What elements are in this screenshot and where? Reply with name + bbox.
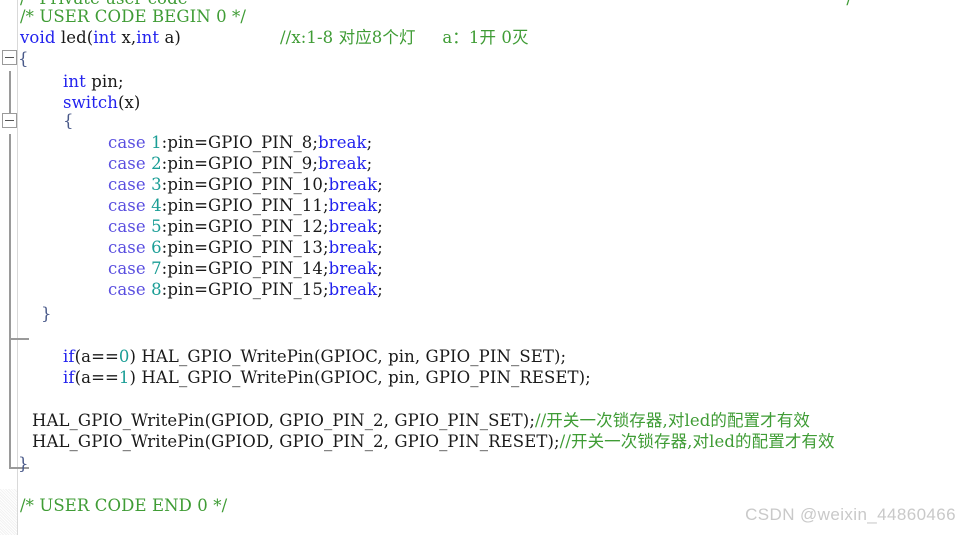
- case-body-5: :pin=GPIO_PIN_12;: [161, 217, 329, 236]
- code-line-if-a-equals-1: if(a==1) HAL_GPIO_WritePin(GPIOC, pin, G…: [63, 367, 591, 388]
- keyword-case-3: case: [108, 175, 152, 194]
- case-body-7: :pin=GPIO_PIN_14;: [161, 259, 329, 278]
- brace-function-open: {: [18, 49, 29, 68]
- keyword-break-4: break: [328, 196, 378, 215]
- switch-expression: (x): [117, 93, 141, 112]
- code-line-case-7: case 7:pin=GPIO_PIN_14;break;: [108, 258, 383, 279]
- keyword-int-param-x: int: [93, 28, 117, 47]
- keyword-int-param-a: int: [136, 28, 160, 47]
- code-line-user-code-end: /* USER CODE END 0 */: [20, 495, 227, 516]
- code-line-function-close-brace: }: [18, 453, 29, 474]
- keyword-case-7: case: [108, 259, 152, 278]
- param-x: x,: [116, 28, 137, 47]
- keyword-case-8: case: [108, 280, 152, 299]
- brace-switch-open: {: [63, 111, 74, 130]
- variable-pin: pin;: [85, 72, 124, 91]
- code-editor-window: /* Private user code */ /* USER CODE BEG…: [0, 0, 974, 535]
- code-line-user-code-begin: /* USER CODE BEGIN 0 */: [20, 6, 246, 27]
- code-line-if-a-equals-0: if(a==0) HAL_GPIO_WritePin(GPIOC, pin, G…: [63, 346, 566, 367]
- keyword-break-8: break: [328, 280, 378, 299]
- keyword-if-0: if: [63, 347, 75, 366]
- comment-close-token: */: [838, 0, 852, 8]
- semicolon-7: ;: [377, 259, 383, 278]
- code-line-declare-pin: int pin;: [63, 71, 124, 92]
- code-line-case-8: case 8:pin=GPIO_PIN_15;break;: [108, 279, 383, 300]
- case-label-2: 2: [151, 154, 162, 173]
- keyword-case-2: case: [108, 154, 152, 173]
- call-latch-set: HAL_GPIO_WritePin(GPIOD, GPIO_PIN_2, GPI…: [32, 411, 535, 430]
- case-label-6: 6: [151, 238, 162, 257]
- case-body-3: :pin=GPIO_PIN_10;: [161, 175, 329, 194]
- call-writepin-set: HAL_GPIO_WritePin(GPIOC, pin, GPIO_PIN_S…: [136, 347, 567, 366]
- semicolon-3: ;: [377, 175, 383, 194]
- keyword-break-7: break: [328, 259, 378, 278]
- fold-toggle-switch-body[interactable]: [2, 113, 17, 128]
- semicolon-5: ;: [377, 217, 383, 236]
- literal-one: 1: [118, 368, 130, 387]
- function-name-led: led(: [55, 28, 94, 47]
- code-line-switch: switch(x): [63, 92, 140, 113]
- case-label-5: 5: [151, 217, 162, 236]
- keyword-case-5: case: [108, 217, 152, 236]
- csdn-watermark: CSDN @weixin_44860466: [745, 505, 956, 524]
- code-line-latch-set: HAL_GPIO_WritePin(GPIOD, GPIO_PIN_2, GPI…: [32, 410, 810, 431]
- keyword-if-1: if: [63, 368, 75, 387]
- keyword-break-1: break: [318, 133, 367, 152]
- case-body-1: :pin=GPIO_PIN_8;: [161, 133, 319, 152]
- code-line-case-1: case 1:pin=GPIO_PIN_8;break;: [108, 132, 372, 153]
- condition-open-1: (a==: [74, 368, 119, 387]
- code-line-switch-open-brace: {: [63, 110, 74, 131]
- code-line-case-4: case 4:pin=GPIO_PIN_11;break;: [108, 195, 383, 216]
- code-line-case-2: case 2:pin=GPIO_PIN_9;break;: [108, 153, 372, 174]
- fold-line-function-lower: [9, 338, 11, 468]
- condition-open-0: (a==: [74, 347, 119, 366]
- code-line-case-5: case 5:pin=GPIO_PIN_12;break;: [108, 216, 383, 237]
- case-body-4: :pin=GPIO_PIN_11;: [161, 196, 329, 215]
- code-line-private-user-code-tail: */: [838, 0, 852, 9]
- semicolon-8: ;: [377, 280, 383, 299]
- semicolon-4: ;: [377, 196, 383, 215]
- call-latch-reset: HAL_GPIO_WritePin(GPIOD, GPIO_PIN_2, GPI…: [32, 432, 560, 451]
- keyword-case-6: case: [108, 238, 152, 257]
- fold-line-switch: [9, 134, 11, 339]
- case-body-8: :pin=GPIO_PIN_15;: [161, 280, 329, 299]
- keyword-case-4: case: [108, 196, 152, 215]
- semicolon-2: ;: [366, 154, 373, 173]
- code-line-function-open-brace: {: [18, 48, 29, 69]
- keyword-break-5: break: [328, 217, 378, 236]
- case-label-3: 3: [151, 175, 162, 194]
- case-label-7: 7: [151, 259, 162, 278]
- comment-user-code-end: /* USER CODE END 0 */: [20, 496, 228, 515]
- keyword-break-2: break: [318, 154, 367, 173]
- case-body-6: :pin=GPIO_PIN_13;: [161, 238, 329, 257]
- literal-zero: 0: [118, 347, 130, 366]
- keyword-void: void: [20, 28, 56, 47]
- code-content[interactable]: /* Private user code */ /* USER CODE BEG…: [18, 0, 974, 535]
- case-body-2: :pin=GPIO_PIN_9;: [161, 154, 319, 173]
- code-line-case-6: case 6:pin=GPIO_PIN_13;break;: [108, 237, 383, 258]
- keyword-break-6: break: [328, 238, 378, 257]
- keyword-int-pin: int: [63, 72, 86, 91]
- code-line-switch-close-brace: }: [41, 303, 52, 324]
- code-line-signature-comment: //x:1-8 对应8个灯 a：1开 0灭: [280, 27, 529, 48]
- keyword-case-1: case: [108, 133, 152, 152]
- comment-user-code-begin: /* USER CODE BEGIN 0 */: [20, 7, 247, 26]
- semicolon-6: ;: [377, 238, 383, 257]
- comment-led-mapping: //x:1-8 对应8个灯 a：1开 0灭: [280, 28, 529, 47]
- code-line-latch-reset: HAL_GPIO_WritePin(GPIOD, GPIO_PIN_2, GPI…: [32, 431, 835, 452]
- call-writepin-reset: HAL_GPIO_WritePin(GPIOC, pin, GPIO_PIN_R…: [136, 368, 591, 387]
- comment-latch-set: //开关一次锁存器,对led的配置才有效: [534, 411, 810, 430]
- code-line-function-signature: void led(int x,int a): [20, 27, 181, 48]
- semicolon-1: ;: [366, 133, 373, 152]
- code-line-case-3: case 3:pin=GPIO_PIN_10;break;: [108, 174, 383, 195]
- keyword-break-3: break: [328, 175, 378, 194]
- comment-latch-reset: //开关一次锁存器,对led的配置才有效: [559, 432, 835, 451]
- brace-switch-close: }: [41, 304, 52, 323]
- brace-function-close: }: [18, 454, 29, 473]
- case-label-8: 8: [151, 280, 162, 299]
- case-label-1: 1: [151, 133, 162, 152]
- case-label-4: 4: [151, 196, 162, 215]
- param-a: a): [159, 28, 181, 47]
- fold-toggle-function-body[interactable]: [2, 50, 17, 65]
